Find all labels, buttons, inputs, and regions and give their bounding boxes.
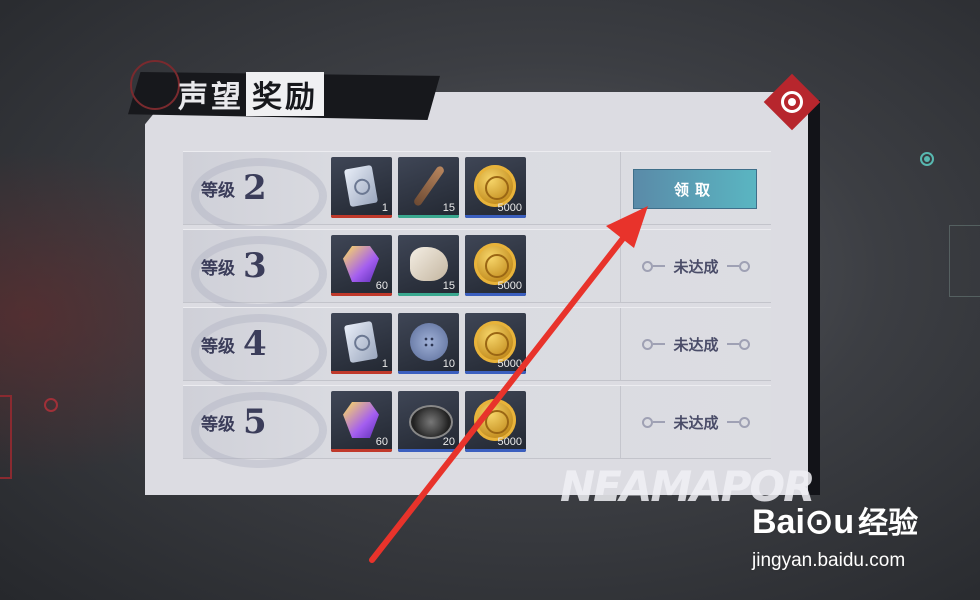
watermark-cn: 经验	[858, 506, 919, 541]
baidu-watermark: Bai⊙u 经验 jingyan.baidu.com	[752, 498, 919, 571]
watermark-url: jingyan.baidu.com	[752, 550, 906, 571]
watermark-brand: Bai⊙u	[752, 503, 855, 541]
